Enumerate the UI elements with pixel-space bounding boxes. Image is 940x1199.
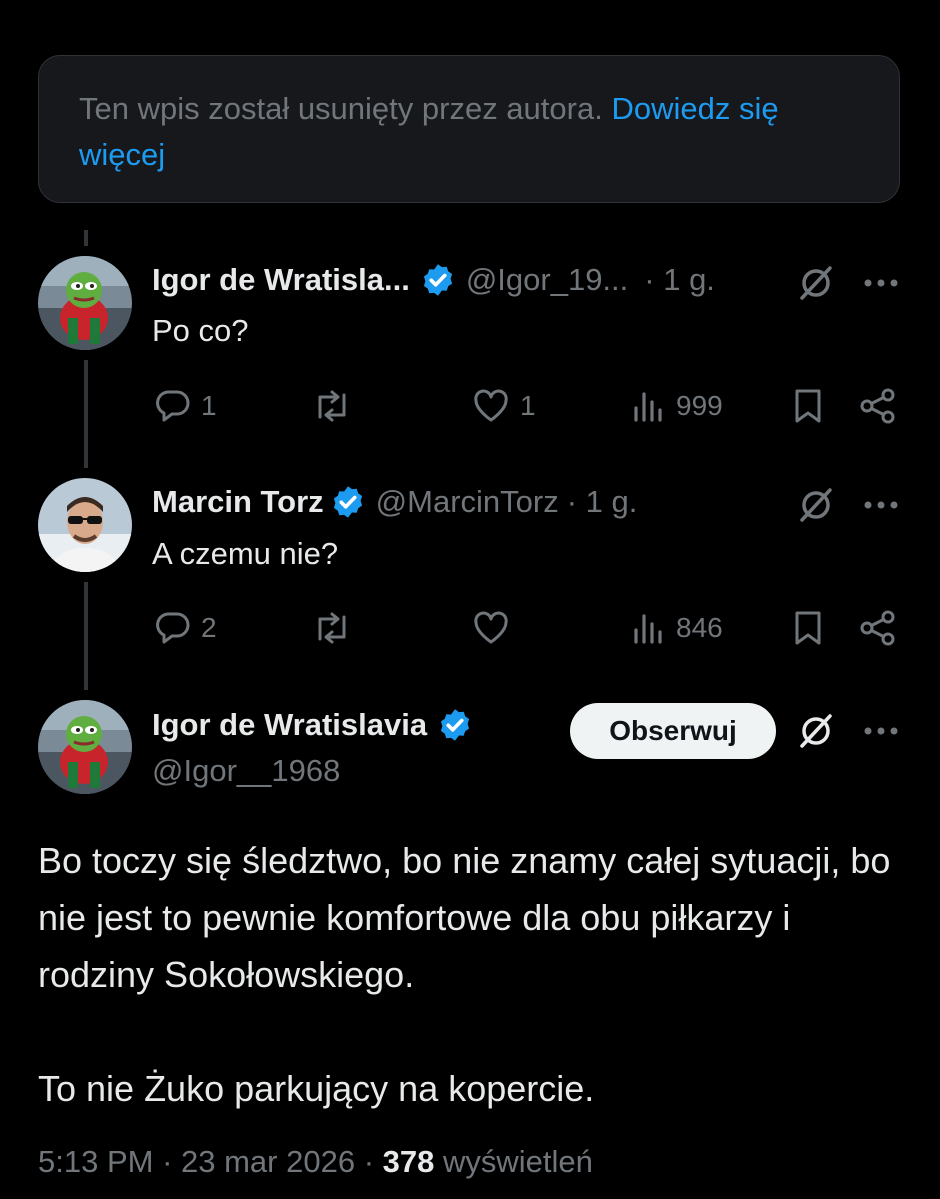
heart-icon — [474, 389, 508, 422]
like-count: 1 — [520, 390, 536, 421]
author-name[interactable]: Marcin Torz — [152, 484, 324, 520]
author-handle[interactable]: @MarcinTorz — [376, 484, 559, 520]
deleted-post-notice: Ten wpis został usunięty przez autora. D… — [38, 55, 900, 203]
grok-icon[interactable] — [795, 484, 837, 526]
grok-icon[interactable] — [795, 262, 837, 304]
reply-count: 1 — [201, 390, 217, 421]
share-icon[interactable] — [858, 608, 898, 648]
author-handle[interactable]: @Igor_19... — [466, 262, 628, 298]
repost-button[interactable] — [312, 386, 362, 426]
views-icon — [634, 614, 662, 644]
reply-header: Marcin Torz @MarcinTorz · 1 g. — [152, 479, 637, 525]
reply-text: A czemu nie? — [152, 536, 339, 571]
author-name[interactable]: Igor de Wratisla... — [152, 262, 410, 298]
avatar[interactable] — [38, 700, 132, 794]
post-header: Igor de Wratislavia — [152, 702, 483, 748]
reply-count: 2 — [201, 612, 217, 643]
post-meta: 5:13 PM · 23 mar 2026 · 378 wyświetleń — [38, 1144, 593, 1179]
reply-icon — [156, 612, 190, 644]
verified-badge-icon — [423, 264, 452, 296]
author-handle[interactable]: @Igor__1968 — [152, 753, 340, 789]
views-icon — [634, 392, 662, 422]
like-button[interactable] — [472, 608, 520, 648]
post-time[interactable]: · 1 g. — [644, 262, 715, 298]
post-text: Bo toczy się śledztwo, bo nie znamy całe… — [38, 840, 891, 1109]
more-options-icon[interactable] — [860, 262, 902, 304]
heart-icon — [474, 611, 508, 644]
reply-icon — [156, 390, 190, 422]
follow-button[interactable]: Obserwuj — [570, 703, 776, 759]
reply-button[interactable]: 2 — [155, 608, 217, 648]
post-date[interactable]: 23 mar 2026 — [181, 1144, 355, 1179]
repost-button[interactable] — [312, 608, 362, 648]
post-handle-row: @Igor__1968 — [152, 748, 340, 794]
share-icon[interactable] — [858, 386, 898, 426]
reply-button[interactable]: 1 — [155, 386, 217, 426]
post-time[interactable]: 5:13 PM — [38, 1144, 153, 1179]
reply-header: Igor de Wratisla... @Igor_19... · 1 g. — [152, 257, 715, 303]
views-label: wyświetleń — [443, 1144, 593, 1179]
repost-icon — [318, 390, 346, 422]
author-name[interactable]: Igor de Wratislavia — [152, 707, 427, 743]
repost-icon — [318, 612, 346, 644]
verified-badge-icon — [440, 709, 470, 741]
bookmark-icon[interactable] — [790, 386, 826, 426]
like-button[interactable]: 1 — [472, 386, 536, 426]
views-count: 846 — [676, 612, 723, 643]
more-options-icon[interactable] — [860, 710, 902, 752]
verified-badge-icon — [333, 486, 362, 518]
bookmark-icon[interactable] — [790, 608, 826, 648]
avatar[interactable] — [38, 256, 132, 350]
grok-icon[interactable] — [795, 710, 837, 752]
avatar[interactable] — [38, 478, 132, 572]
views-button[interactable]: 999 — [632, 386, 723, 426]
more-options-icon[interactable] — [860, 484, 902, 526]
reply-text: Po co? — [152, 313, 249, 348]
thread-connector — [84, 360, 88, 468]
views-button[interactable]: 846 — [632, 608, 723, 648]
thread-connector — [84, 230, 88, 246]
views-count: 378 — [382, 1144, 435, 1179]
deleted-notice-text: Ten wpis został usunięty przez autora. — [79, 91, 603, 126]
post-time[interactable]: · 1 g. — [567, 484, 638, 520]
thread-connector — [84, 582, 88, 690]
views-count: 999 — [676, 390, 723, 421]
